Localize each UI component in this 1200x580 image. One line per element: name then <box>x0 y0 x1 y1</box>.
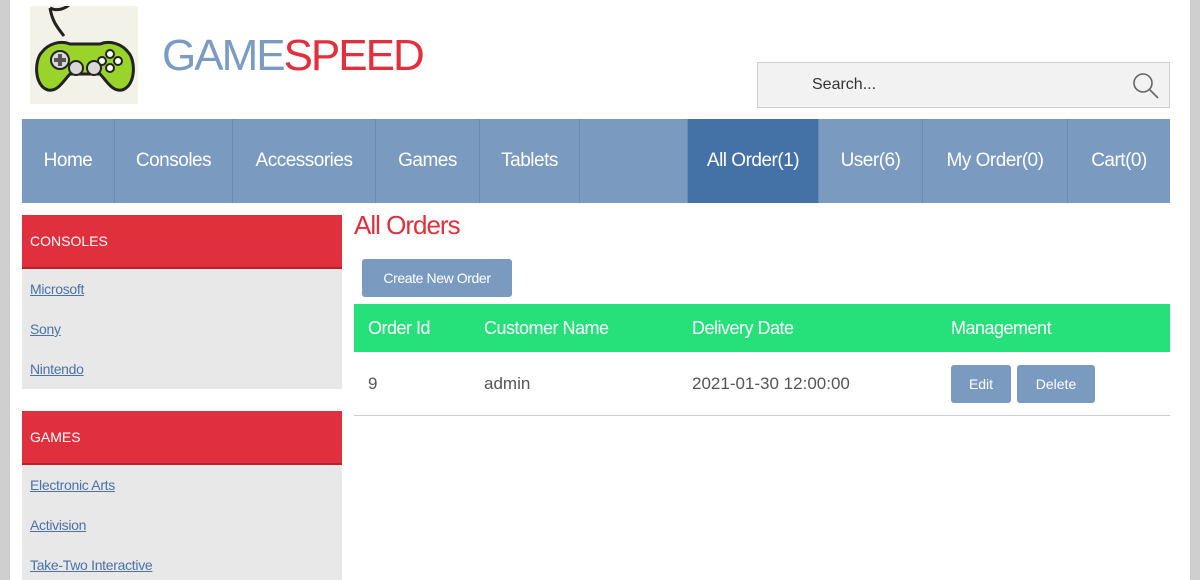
search-input[interactable] <box>758 63 1118 107</box>
nav-item-cart[interactable]: Cart(0) <box>1068 119 1170 203</box>
sidebar-group-games: GAMES Electronic Arts Activision Take-Tw… <box>22 411 342 580</box>
nav-item-games[interactable]: Games <box>376 119 480 203</box>
nav-item-tablets[interactable]: Tablets <box>480 119 580 203</box>
nav-item-all-order[interactable]: All Order(1) <box>688 119 819 203</box>
brand-title[interactable]: GAMESPEED <box>162 30 425 82</box>
sidebar-link-nintendo[interactable]: Nintendo <box>22 349 342 389</box>
nav-item-home[interactable]: Home <box>22 119 115 203</box>
search-icon[interactable] <box>1131 71 1161 101</box>
column-header-delivery-date: Delivery Date <box>692 317 794 338</box>
main-navigation: Home Consoles Accessories Games Tablets … <box>22 119 1170 203</box>
column-header-order-id: Order Id <box>368 317 431 338</box>
create-new-order-button[interactable]: Create New Order <box>362 259 512 297</box>
column-header-customer-name: Customer Name <box>484 317 609 338</box>
column-header-management: Management <box>951 317 1052 338</box>
nav-item-user[interactable]: User(6) <box>819 119 923 203</box>
sidebar-link-take-two[interactable]: Take-Two Interactive <box>22 545 342 580</box>
brand-title-part-1: GAME <box>162 31 286 80</box>
orders-table: Order Id Customer Name Delivery Date Man… <box>354 304 1170 416</box>
page-border-left <box>0 0 10 580</box>
table-row: 9 admin 2021-01-30 12:00:00 Edit Delete <box>354 352 1170 416</box>
cell-customer-name: admin <box>484 373 531 393</box>
nav-item-consoles[interactable]: Consoles <box>115 119 233 203</box>
nav-item-accessories[interactable]: Accessories <box>233 119 376 203</box>
nav-item-my-order[interactable]: My Order(0) <box>923 119 1068 203</box>
cell-order-id: 9 <box>368 373 378 393</box>
sidebar-group-consoles: CONSOLES Microsoft Sony Nintendo <box>22 215 342 389</box>
sidebar-heading-consoles: CONSOLES <box>22 215 342 269</box>
sidebar-link-sony[interactable]: Sony <box>22 309 342 349</box>
search-bar <box>757 62 1170 108</box>
gamepad-logo-icon[interactable] <box>30 6 138 104</box>
brand-title-part-2: SPEED <box>283 31 425 80</box>
page-border-right <box>1190 0 1200 580</box>
edit-button[interactable]: Edit <box>951 364 1011 403</box>
nav-item-empty[interactable] <box>580 119 688 203</box>
delete-button[interactable]: Delete <box>1017 364 1095 403</box>
sidebar-heading-games: GAMES <box>22 411 342 465</box>
cell-delivery-date: 2021-01-30 12:00:00 <box>692 373 850 393</box>
sidebar-link-microsoft[interactable]: Microsoft <box>22 269 342 309</box>
table-header: Order Id Customer Name Delivery Date Man… <box>354 304 1170 352</box>
page-title: All Orders <box>354 210 461 240</box>
cell-management: Edit Delete <box>951 364 1095 403</box>
sidebar: CONSOLES Microsoft Sony Nintendo GAMES E… <box>22 215 342 580</box>
sidebar-link-electronic-arts[interactable]: Electronic Arts <box>22 465 342 505</box>
sidebar-link-activision[interactable]: Activision <box>22 505 342 545</box>
